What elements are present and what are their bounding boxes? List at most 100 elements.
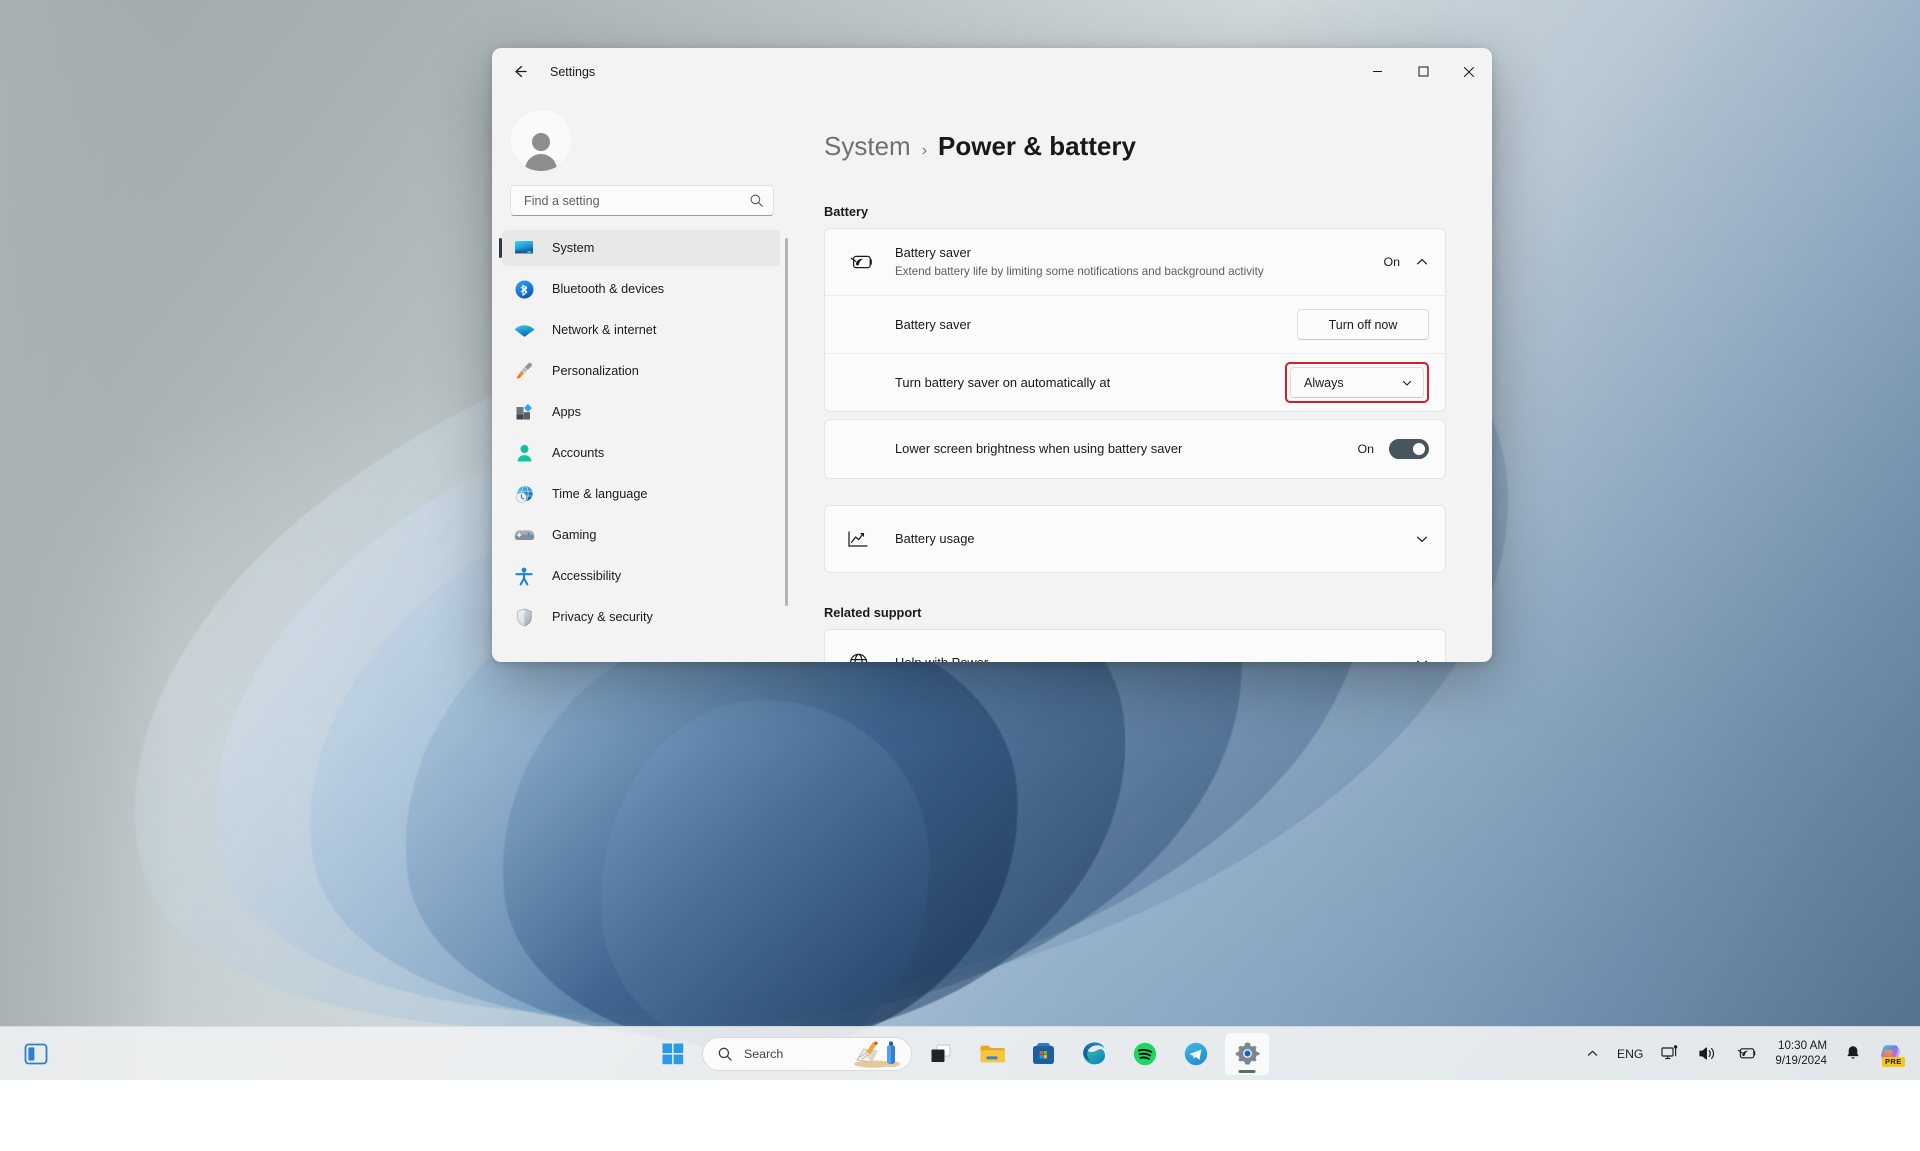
chevron-down-icon	[1401, 377, 1413, 389]
chevron-up-icon	[1586, 1047, 1599, 1060]
battery-saver-tray-button[interactable]	[1728, 1034, 1764, 1074]
copilot-badge: PRE	[1882, 1057, 1905, 1067]
sidebar-item-label: Gaming	[552, 528, 596, 542]
battery-saver-text: Battery saver Extend battery life by lim…	[895, 244, 1383, 279]
sidebar-item-gaming[interactable]: Gaming	[502, 517, 780, 553]
search-icon	[749, 193, 764, 208]
battery-saver-header[interactable]: Battery saver Extend battery life by lim…	[825, 229, 1445, 295]
close-button[interactable]	[1446, 48, 1492, 95]
clock: 10:30 AM 9/19/2024	[1775, 1039, 1827, 1069]
microsoft-edge-button[interactable]	[1072, 1033, 1116, 1075]
spotify-icon	[1133, 1042, 1157, 1066]
sidebar-item-time-language[interactable]: Time & language	[502, 476, 780, 512]
chevron-down-icon[interactable]	[1415, 532, 1429, 546]
user-avatar-icon	[521, 129, 561, 171]
notifications-button[interactable]	[1838, 1034, 1868, 1074]
spacer	[824, 573, 1446, 605]
lower-brightness-card: Lower screen brightness when using batte…	[824, 419, 1446, 479]
paintbrush-icon	[513, 361, 535, 381]
bluetooth-icon	[513, 279, 535, 299]
search-box[interactable]	[510, 185, 774, 216]
toggle-knob	[1413, 443, 1425, 455]
help-with-power-row[interactable]: Help with Power	[825, 630, 1445, 662]
lower-brightness-state: On	[1357, 442, 1374, 456]
widgets-icon	[24, 1042, 48, 1066]
taskbar-tray: ENG 10:30 AM	[1579, 1034, 1912, 1074]
spotify-button[interactable]	[1123, 1033, 1167, 1075]
avatar	[510, 109, 572, 171]
language-indicator[interactable]: ENG	[1610, 1034, 1650, 1074]
select-highlight-box: Always	[1285, 362, 1429, 403]
related-support-card: Help with Power	[824, 629, 1446, 662]
battery-usage-title: Battery usage	[895, 531, 975, 546]
back-button[interactable]	[501, 56, 537, 87]
accessibility-icon	[513, 566, 535, 586]
sidebar-item-accessibility[interactable]: Accessibility	[502, 558, 780, 594]
tray-expand-button[interactable]	[1579, 1034, 1606, 1074]
sidebar-item-privacy-security[interactable]: Privacy & security	[502, 599, 780, 635]
network-icon	[1661, 1045, 1680, 1062]
lower-brightness-row: Lower screen brightness when using batte…	[825, 420, 1445, 478]
arrow-left-icon	[511, 63, 528, 80]
gamepad-icon	[513, 525, 535, 545]
taskbar-left	[14, 1033, 58, 1075]
spacer	[824, 479, 1446, 505]
settings-window: Settings	[492, 48, 1492, 662]
sidebar-item-network-internet[interactable]: Network & internet	[502, 312, 780, 348]
battery-saver-icon	[847, 253, 877, 271]
battery-section-heading: Battery	[824, 204, 1446, 219]
settings-button[interactable]	[1225, 1033, 1269, 1075]
task-view-button[interactable]	[919, 1033, 963, 1075]
search-icon	[717, 1046, 733, 1062]
taskbar: Search	[0, 1026, 1920, 1080]
volume-button[interactable]	[1691, 1034, 1724, 1074]
telegram-button[interactable]	[1174, 1033, 1218, 1075]
start-button[interactable]	[651, 1033, 695, 1075]
sidebar-item-personalization[interactable]: Personalization	[502, 353, 780, 389]
window-controls	[1354, 48, 1492, 95]
battery-saver-status-group: On	[1383, 255, 1429, 269]
maximize-icon	[1418, 66, 1429, 77]
sidebar-item-system[interactable]: System	[502, 230, 780, 266]
window-title: Settings	[550, 65, 595, 79]
page-title: Power & battery	[938, 131, 1136, 162]
related-support-heading: Related support	[824, 605, 1446, 620]
breadcrumb-parent[interactable]: System	[824, 131, 911, 162]
network-button[interactable]	[1654, 1034, 1687, 1074]
search-input[interactable]	[524, 194, 749, 208]
sidebar-item-bluetooth-devices[interactable]: Bluetooth & devices	[502, 271, 780, 307]
microsoft-store-button[interactable]	[1021, 1033, 1065, 1075]
maximize-button[interactable]	[1400, 48, 1446, 95]
copilot-button[interactable]: PRE	[1872, 1034, 1912, 1074]
sidebar-item-apps[interactable]: Apps	[502, 394, 780, 430]
lower-brightness-toggle[interactable]	[1389, 439, 1429, 459]
sidebar-item-accounts[interactable]: Accounts	[502, 435, 780, 471]
minimize-button[interactable]	[1354, 48, 1400, 95]
window-titlebar: Settings	[492, 48, 1492, 95]
shield-icon	[513, 607, 535, 627]
chevron-up-icon[interactable]	[1415, 255, 1429, 269]
widgets-button[interactable]	[14, 1033, 58, 1075]
chevron-down-icon[interactable]	[1415, 656, 1429, 662]
task-view-icon	[929, 1043, 953, 1065]
sidebar-nav-list: System Bluetooth & devices	[492, 230, 794, 662]
person-icon	[513, 443, 535, 463]
avatar-container[interactable]	[492, 95, 794, 171]
minimize-icon	[1372, 66, 1383, 77]
battery-usage-row[interactable]: Battery usage	[825, 506, 1445, 572]
clock-button[interactable]: 10:30 AM 9/19/2024	[1768, 1034, 1834, 1074]
chart-line-icon	[847, 530, 877, 548]
microsoft-store-icon	[1032, 1042, 1055, 1065]
turn-off-now-button[interactable]: Turn off now	[1297, 309, 1429, 340]
sidebar-item-label: System	[552, 241, 594, 255]
taskbar-search[interactable]: Search	[702, 1037, 912, 1071]
sidebar-item-label: Time & language	[552, 487, 647, 501]
apps-icon	[513, 402, 535, 422]
file-explorer-button[interactable]	[970, 1033, 1014, 1075]
close-icon	[1463, 66, 1475, 78]
sidebar-scrollbar-thumb[interactable]	[785, 238, 788, 606]
sidebar-item-label: Network & internet	[552, 323, 656, 337]
row-label: Turn battery saver on automatically at	[895, 375, 1110, 390]
battery-saver-threshold-select[interactable]: Always	[1290, 367, 1424, 398]
main-content: System › Power & battery Battery	[794, 95, 1492, 662]
